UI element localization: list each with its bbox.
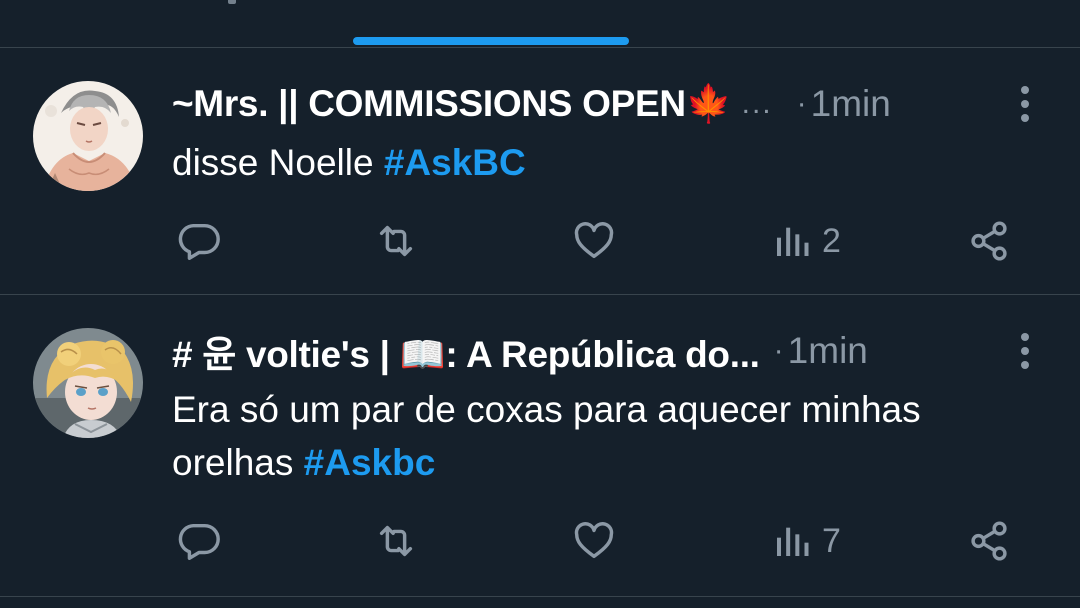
views-chart-icon [777,227,809,256]
reply-button[interactable] [176,516,222,566]
heart-icon [574,522,614,559]
retweet-icon [379,225,413,257]
active-tab-indicator [353,37,629,45]
blonde-character-avatar-icon [33,328,143,438]
anime-character-avatar-icon [33,81,143,191]
tweet-text-content: Era só um par de coxas para aquecer minh… [172,389,921,483]
like-button[interactable] [571,216,617,266]
avatar[interactable] [33,81,143,191]
timestamp[interactable]: 1min [811,83,891,125]
tweet-text-content: disse Noelle [172,142,384,183]
separator-dot: · [773,334,784,367]
tweet[interactable]: # 윤 voltie's | 📖: A República do... · 1m… [0,295,1080,597]
more-options-button[interactable] [1014,331,1036,371]
views-count: 2 [822,221,841,260]
reply-icon [178,523,220,560]
share-icon [971,221,1007,261]
tweet-header: # 윤 voltie's | 📖: A República do... · 1m… [172,329,868,375]
like-button[interactable] [571,516,617,566]
share-button[interactable] [966,216,1012,266]
views-button[interactable]: 7 [772,516,841,566]
tweet[interactable]: ~Mrs. || COMMISSIONS OPEN🍁 ... · 1min di… [0,48,1080,295]
hashtag-link[interactable]: #Askbc [304,442,436,483]
hashtag-link[interactable]: #AskBC [384,142,526,183]
display-name[interactable]: ~Mrs. || COMMISSIONS OPEN🍁 [172,83,732,126]
share-button[interactable] [966,516,1012,566]
views-button[interactable]: 2 [772,216,841,266]
retweet-icon [379,525,413,557]
tab-label-fragment [228,0,236,4]
avatar[interactable] [33,328,143,438]
retweet-button[interactable] [372,216,420,266]
tweet-actions: 2 [0,216,1080,266]
separator-dot: · [796,87,807,120]
views-count: 7 [822,521,841,560]
tweet-actions: 7 [0,516,1080,566]
timestamp[interactable]: 1min [788,330,868,372]
name-truncation: ... [741,87,773,120]
more-options-button[interactable] [1014,84,1036,124]
retweet-button[interactable] [372,516,420,566]
tweet-header: ~Mrs. || COMMISSIONS OPEN🍁 ... · 1min [172,82,891,126]
heart-icon [574,222,614,259]
reply-icon [178,223,220,260]
tweet-text: disse Noelle #AskBC [172,136,1032,189]
share-icon [971,521,1007,561]
reply-button[interactable] [176,216,222,266]
more-vertical-icon [1021,333,1029,369]
display-name[interactable]: # 윤 voltie's | 📖: A República do... [172,324,760,378]
more-vertical-icon [1021,86,1029,122]
top-tab-bar [0,0,1080,48]
views-chart-icon [777,527,809,556]
tweet-text: Era só um par de coxas para aquecer minh… [172,383,1032,489]
